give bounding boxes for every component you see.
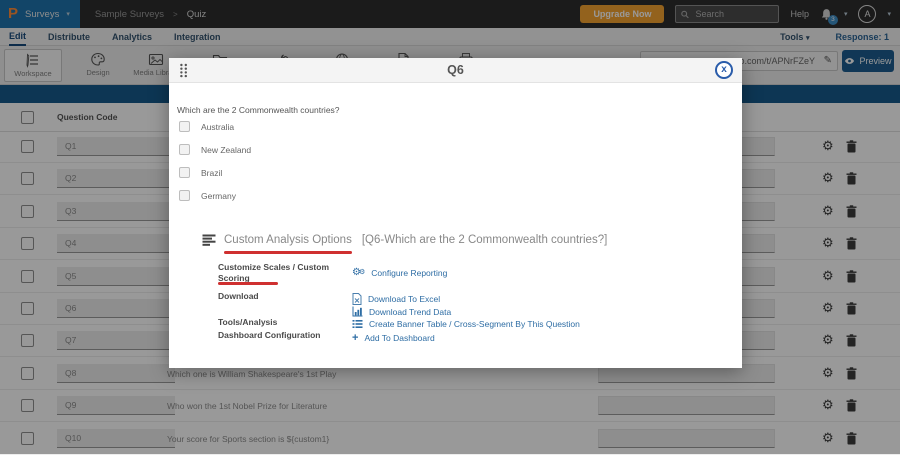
annotation-underline <box>218 282 278 285</box>
excel-file-icon <box>352 293 362 305</box>
heading-question-ref: [Q6-Which are the 2 Commonwealth countri… <box>362 234 607 246</box>
answer-option: Australia <box>179 121 234 132</box>
option-checkbox[interactable] <box>179 190 190 201</box>
answer-option: New Zealand <box>179 144 251 155</box>
create-banner-table-link[interactable]: Create Banner Table / Cross-Segment By T… <box>352 319 580 329</box>
heading-text: Custom Analysis Options <box>224 234 352 246</box>
option-checkbox[interactable] <box>179 167 190 178</box>
answer-option: Germany <box>179 190 236 201</box>
question-modal: Q6 x Which are the 2 Commonwealth countr… <box>169 58 742 368</box>
drag-handle-icon[interactable] <box>179 63 188 78</box>
custom-analysis-heading: Custom Analysis Options [Q6-Which are th… <box>202 234 607 246</box>
modal-question-text: Which are the 2 Commonwealth countries? <box>177 105 340 115</box>
answer-option: Brazil <box>179 167 222 178</box>
trend-chart-icon <box>352 306 363 317</box>
option-label: Australia <box>201 122 234 132</box>
annotation-underline <box>224 251 352 254</box>
option-checkbox[interactable] <box>179 121 190 132</box>
modal-header: Q6 x <box>169 58 742 83</box>
category-tools-analysis: Tools/Analysis <box>218 317 336 328</box>
plus-icon: + <box>352 334 358 343</box>
option-label: New Zealand <box>201 145 251 155</box>
category-dashboard-configuration: Dashboard Configuration <box>218 330 336 341</box>
gears-icon: ⚙⚙ <box>352 268 365 278</box>
download-to-excel-link[interactable]: Download To Excel <box>352 293 440 305</box>
banner-table-icon <box>352 319 363 329</box>
download-trend-data-link[interactable]: Download Trend Data <box>352 306 451 317</box>
category-customize-scales: Customize Scales / Custom Scoring <box>218 262 336 283</box>
modal-title: Q6 <box>169 58 742 83</box>
close-icon[interactable]: x <box>715 61 733 79</box>
add-to-dashboard-link[interactable]: + Add To Dashboard <box>352 333 435 343</box>
table-icon <box>202 234 216 246</box>
configure-reporting-link[interactable]: ⚙⚙ Configure Reporting <box>352 268 447 278</box>
category-download: Download <box>218 291 336 302</box>
option-label: Brazil <box>201 168 222 178</box>
option-checkbox[interactable] <box>179 144 190 155</box>
option-label: Germany <box>201 191 236 201</box>
